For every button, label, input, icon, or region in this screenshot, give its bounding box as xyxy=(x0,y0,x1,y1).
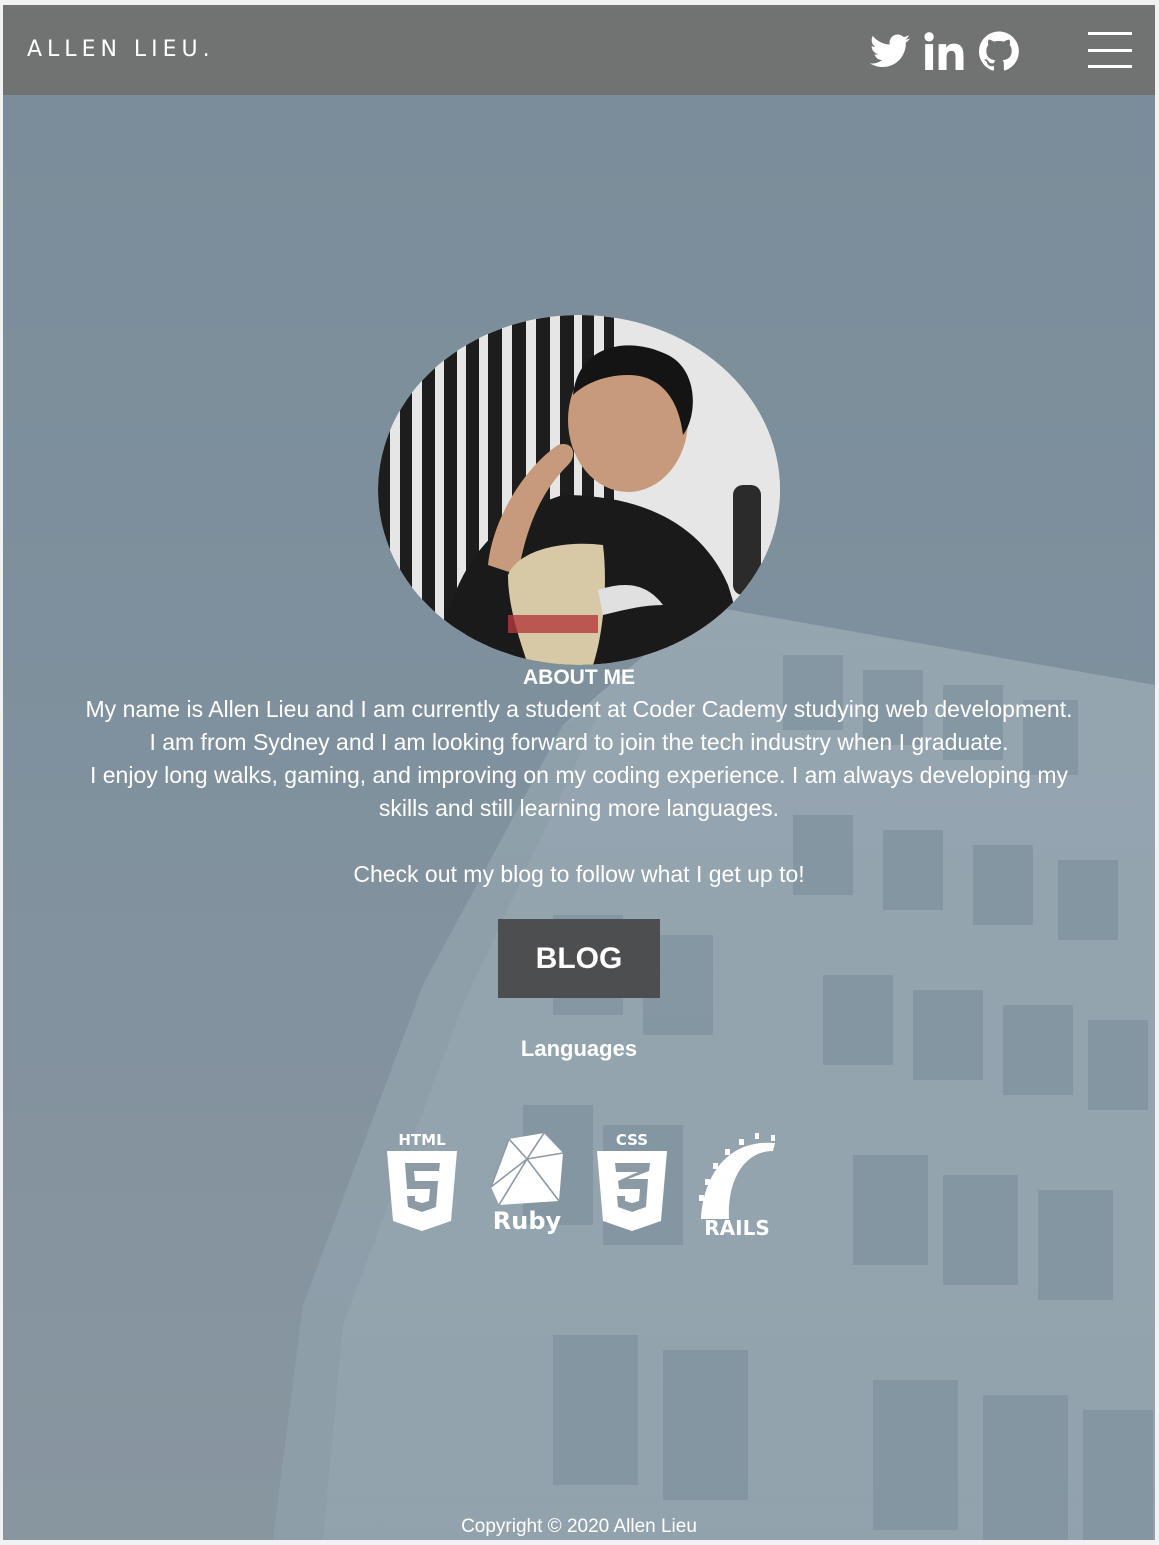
html5-icon: HTML xyxy=(385,1129,459,1238)
about-text: My name is Allen Lieu and I am currently… xyxy=(79,693,1079,825)
linkedin-icon[interactable] xyxy=(923,31,967,71)
ruby-label: Ruby xyxy=(493,1207,562,1235)
navbar: ALLEN LIEU. xyxy=(3,5,1155,95)
about-line-2: I am from Sydney and I am looking forwar… xyxy=(149,729,1009,755)
rails-label: RAILS xyxy=(704,1216,769,1239)
twitter-icon[interactable] xyxy=(869,31,911,71)
css3-icon: CSS xyxy=(595,1129,669,1238)
github-icon[interactable] xyxy=(977,31,1021,71)
footer-copyright: Copyright © 2020 Allen Lieu xyxy=(461,1516,697,1537)
profile-photo xyxy=(378,315,780,665)
about-line-3: I enjoy long walks, gaming, and improvin… xyxy=(89,762,1068,821)
css3-label: CSS xyxy=(616,1131,648,1149)
blog-button[interactable]: BLOG xyxy=(498,919,660,998)
languages-icons: HTML Ruby CSS RAILS xyxy=(3,1129,1155,1241)
brand-logo[interactable]: ALLEN LIEU. xyxy=(27,37,215,62)
about-line-1: My name is Allen Lieu and I am currently… xyxy=(85,696,1073,722)
rails-icon: RAILS xyxy=(695,1129,785,1244)
html5-label: HTML xyxy=(398,1131,446,1149)
about-title: ABOUT ME xyxy=(523,666,635,689)
about-section: ABOUT ME My name is Allen Lieu and I am … xyxy=(3,665,1155,1062)
hamburger-menu-icon[interactable] xyxy=(1088,32,1132,68)
languages-title: Languages xyxy=(520,1036,638,1061)
page-frame: ALLEN LIEU. ABOUT ME My name is Allen Li… xyxy=(3,5,1155,1540)
blog-cta: Check out my blog to follow what I get u… xyxy=(353,861,805,887)
ruby-icon: Ruby xyxy=(489,1129,565,1240)
